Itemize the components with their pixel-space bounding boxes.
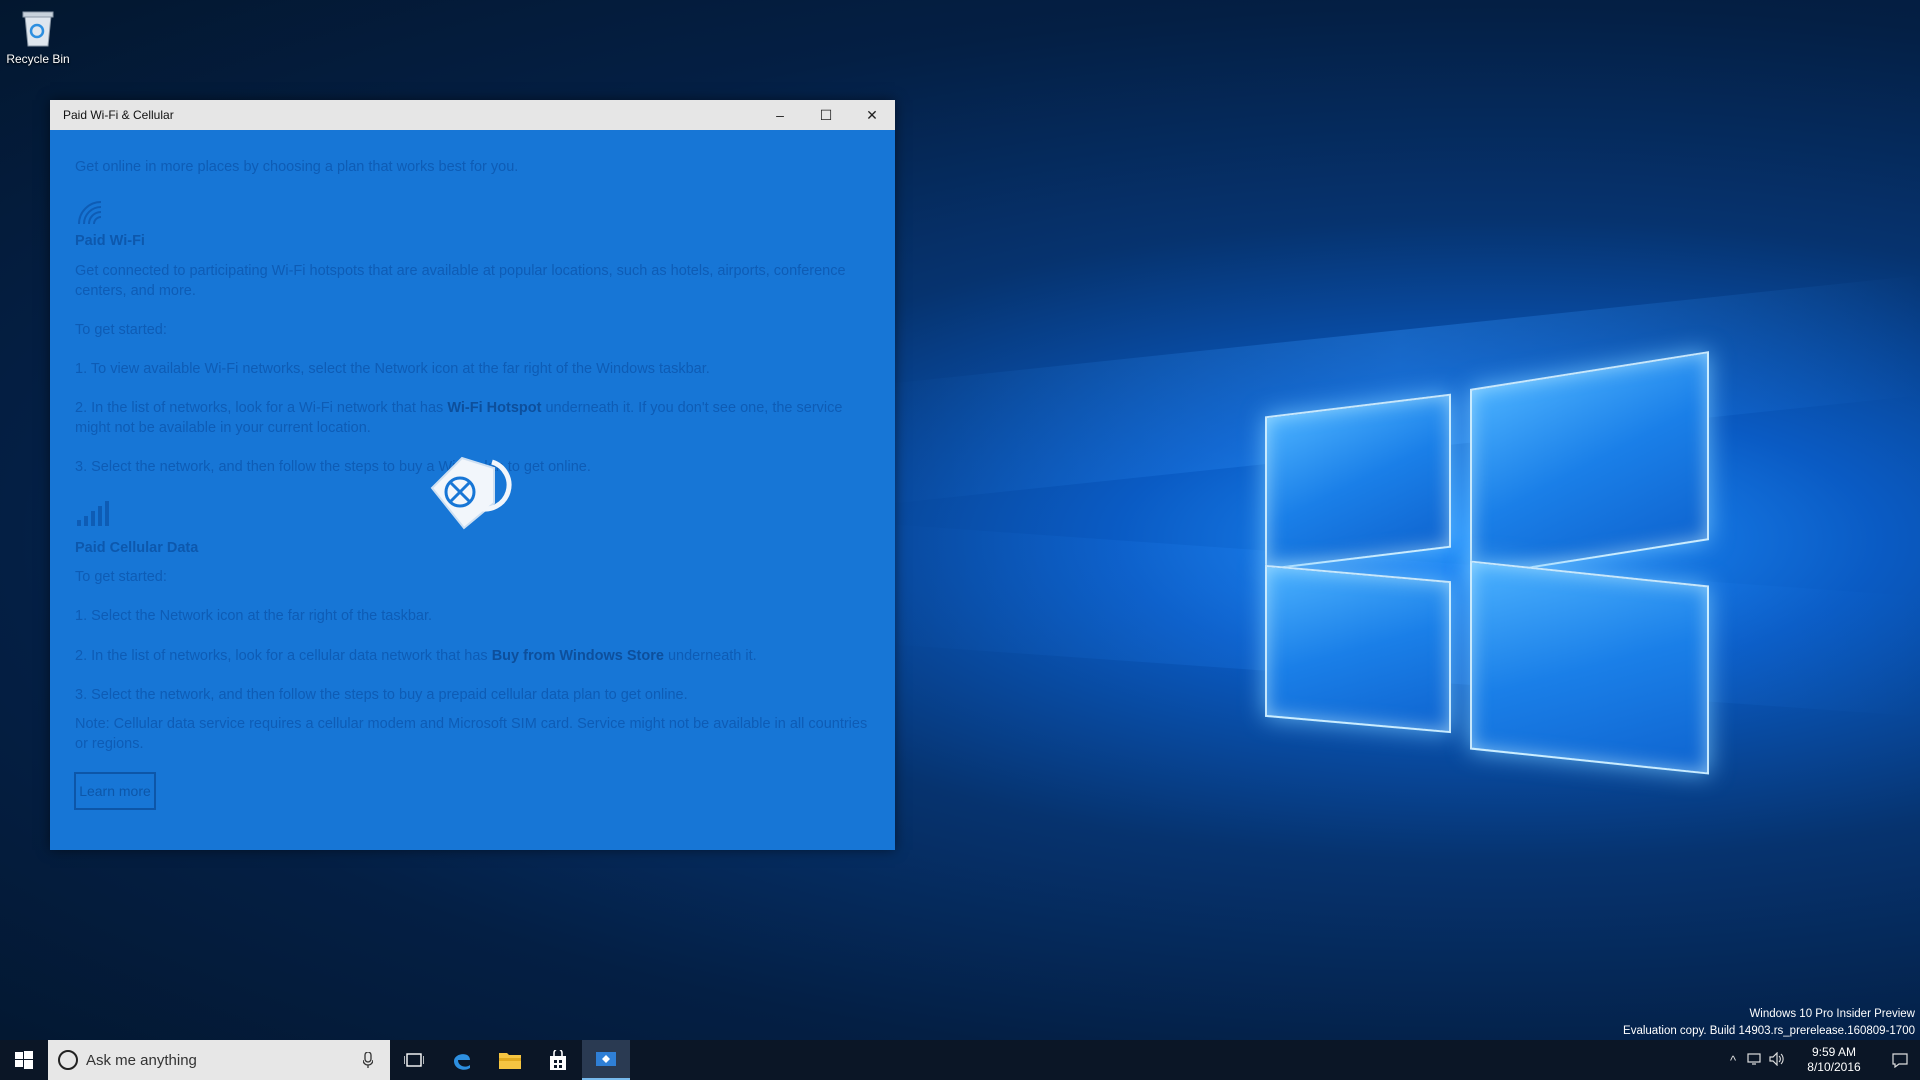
start-button[interactable] [0, 1040, 48, 1080]
wifi-step-2-text: 2. In the list of networks, look for a W… [75, 400, 448, 416]
minimize-icon: – [776, 107, 784, 123]
taskbar-edge[interactable] [438, 1040, 486, 1080]
store-icon [550, 1050, 566, 1070]
paid-wifi-app-icon [430, 456, 512, 530]
action-center-button[interactable] [1880, 1052, 1920, 1068]
app-content: Get online in more places by choosing a … [50, 130, 895, 850]
close-icon: ✕ [866, 106, 878, 123]
cellular-step-2: 2. In the list of networks, look for a c… [75, 646, 875, 666]
taskbar-store[interactable] [534, 1040, 582, 1080]
cellular-step-1: 1. Select the Network icon at the far ri… [75, 608, 433, 624]
wifi-step-1: 1. To view available Wi-Fi networks, sel… [75, 361, 710, 377]
minimize-button[interactable]: – [757, 100, 803, 130]
cellular-step-2-text-end: underneath it. [663, 648, 757, 664]
clock-date: 8/10/2016 [1807, 1060, 1861, 1074]
windows-logo-wallpaper [1265, 345, 1709, 785]
maximize-icon: ☐ [819, 106, 833, 123]
cellular-note: Note: Cellular data service requires a c… [75, 716, 868, 752]
wifi-step-2: 2. In the list of networks, look for a W… [75, 398, 875, 438]
cortana-search-box[interactable]: Ask me anything [48, 1040, 390, 1080]
close-button[interactable]: ✕ [849, 100, 895, 130]
cellular-get-started: To get started: [75, 569, 167, 585]
paid-wifi-taskbar-icon [596, 1052, 616, 1066]
app-window: Paid Wi-Fi & Cellular – ☐ ✕ Get online i… [50, 100, 895, 850]
microphone-icon[interactable] [358, 1050, 378, 1070]
recycle-bin-icon [20, 8, 56, 48]
wifi-heading: Paid Wi-Fi [75, 233, 145, 249]
cellular-signal-icon [77, 501, 109, 526]
action-center-icon [1892, 1053, 1908, 1068]
show-hidden-icons-icon[interactable]: ^ [1722, 1053, 1744, 1068]
search-placeholder: Ask me anything [86, 1051, 197, 1069]
logo-pane [1265, 564, 1451, 734]
folder-icon [499, 1053, 521, 1069]
system-tray: ^ 9:59 AM 8/10/2016 [1722, 1040, 1920, 1080]
build-watermark-line-1: Windows 10 Pro Insider Preview [1749, 1008, 1915, 1020]
logo-pane [1265, 393, 1451, 571]
cortana-icon [58, 1050, 78, 1070]
clock[interactable]: 9:59 AM 8/10/2016 [1788, 1045, 1880, 1075]
build-watermark-line-2: Evaluation copy. Build 14903.rs_prerelea… [1623, 1025, 1915, 1037]
taskbar-paid-wifi-app[interactable] [582, 1040, 630, 1080]
network-icon[interactable] [1744, 1052, 1766, 1069]
taskbar-file-explorer[interactable] [486, 1040, 534, 1080]
wifi-get-started: To get started: [75, 322, 167, 338]
taskbar: Ask me anything ^ 9:59 AM 8/10/2016 [0, 1040, 1920, 1080]
cellular-step-2-text: 2. In the list of networks, look for a c… [75, 648, 492, 664]
task-view-icon [404, 1053, 424, 1067]
windows-start-icon [15, 1051, 33, 1069]
clock-time: 9:59 AM [1811, 1045, 1857, 1059]
title-bar[interactable]: Paid Wi-Fi & Cellular – ☐ ✕ [50, 100, 895, 130]
recycle-bin-label: Recycle Bin [6, 52, 70, 66]
wifi-description: Get connected to participating Wi-Fi hot… [75, 263, 846, 299]
logo-pane [1470, 351, 1709, 578]
intro-text: Get online in more places by choosing a … [75, 159, 519, 175]
volume-icon[interactable] [1766, 1051, 1788, 1069]
cellular-step-3: 3. Select the network, and then follow t… [75, 687, 688, 703]
wifi-icon [78, 201, 102, 225]
recycle-bin[interactable]: Recycle Bin [4, 8, 72, 66]
window-title: Paid Wi-Fi & Cellular [63, 108, 174, 122]
logo-pane [1470, 560, 1709, 775]
learn-more-button[interactable]: Learn more [74, 772, 156, 810]
task-view-button[interactable] [390, 1040, 438, 1080]
cellular-heading: Paid Cellular Data [75, 540, 199, 556]
buy-from-store-bold: Buy from Windows Store [491, 648, 664, 664]
wifi-hotspot-bold: Wi-Fi Hotspot [447, 400, 542, 416]
maximize-button[interactable]: ☐ [803, 100, 849, 130]
edge-icon [454, 1054, 470, 1070]
